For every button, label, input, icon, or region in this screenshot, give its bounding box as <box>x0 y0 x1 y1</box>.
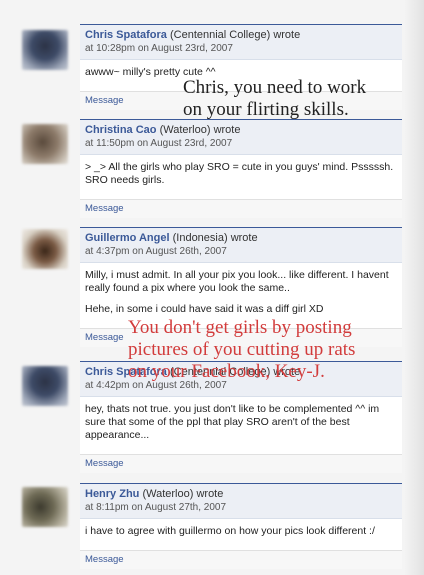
post-body: > _> All the girls who play SRO = cute i… <box>80 155 402 200</box>
post-header: Chris Spatafora (Centennial College) wro… <box>80 362 402 397</box>
post-text: > _> All the girls who play SRO = cute i… <box>85 161 394 186</box>
post-body: Milly, i must admit. In all your pix you… <box>80 263 402 329</box>
avatar[interactable] <box>22 366 68 406</box>
author-link[interactable]: Guillermo Angel <box>85 232 170 244</box>
message-link[interactable]: Message <box>80 455 402 473</box>
post-box: Guillermo Angel (Indonesia) wrote at 4:3… <box>80 227 402 347</box>
author-network: (Waterloo) wrote <box>159 124 241 136</box>
avatar[interactable] <box>22 124 68 164</box>
avatar[interactable] <box>22 30 68 70</box>
post-text: hey, thats not true. you just don't like… <box>85 403 380 441</box>
author-link[interactable]: Henry Zhu <box>85 488 139 500</box>
post-box: Christina Cao (Waterloo) wrote at 11:50p… <box>80 119 402 218</box>
author-network: (Indonesia) wrote <box>172 232 258 244</box>
post-body: awww~ milly's pretty cute ^^ <box>80 60 402 92</box>
post-header: Henry Zhu (Waterloo) wrote at 8:11pm on … <box>80 484 402 519</box>
author-link[interactable]: Christina Cao <box>85 124 157 136</box>
message-link[interactable]: Message <box>80 329 402 347</box>
author-link[interactable]: Chris Spatafora <box>85 29 167 41</box>
post-box: Chris Spatafora (Centennial College) wro… <box>80 361 402 473</box>
message-link[interactable]: Message <box>80 92 402 110</box>
message-link[interactable]: Message <box>80 200 402 218</box>
post-text: awww~ milly's pretty cute ^^ <box>85 66 216 78</box>
post-timestamp: at 10:28pm on August 23rd, 2007 <box>85 43 233 54</box>
post-box: Henry Zhu (Waterloo) wrote at 8:11pm on … <box>80 483 402 569</box>
post-timestamp: at 11:50pm on August 23rd, 2007 <box>85 138 233 149</box>
post-box: Chris Spatafora (Centennial College) wro… <box>80 24 402 110</box>
post-header: Christina Cao (Waterloo) wrote at 11:50p… <box>80 120 402 155</box>
post-timestamp: at 8:11pm on August 27th, 2007 <box>85 502 227 513</box>
author-network: (Waterloo) wrote <box>142 488 224 500</box>
post-header: Chris Spatafora (Centennial College) wro… <box>80 25 402 60</box>
avatar[interactable] <box>22 487 68 527</box>
message-link[interactable]: Message <box>80 551 402 569</box>
avatar[interactable] <box>22 229 68 269</box>
post-header: Guillermo Angel (Indonesia) wrote at 4:3… <box>80 228 402 263</box>
page-shadow <box>404 0 424 575</box>
post-text: i have to agree with guillermo on how yo… <box>85 525 375 537</box>
post-text: Milly, i must admit. In all your pix you… <box>85 269 389 294</box>
post-body: hey, thats not true. you just don't like… <box>80 397 402 455</box>
post-body: i have to agree with guillermo on how yo… <box>80 519 402 551</box>
post-timestamp: at 4:42pm on August 26th, 2007 <box>85 380 227 391</box>
author-network: (Centennial College) wrote <box>169 366 301 378</box>
author-link[interactable]: Chris Spatafora <box>85 366 167 378</box>
post-text: Hehe, in some i could have said it was a… <box>85 303 324 315</box>
post-timestamp: at 4:37pm on August 26th, 2007 <box>85 246 227 257</box>
author-network: (Centennial College) wrote <box>169 29 301 41</box>
